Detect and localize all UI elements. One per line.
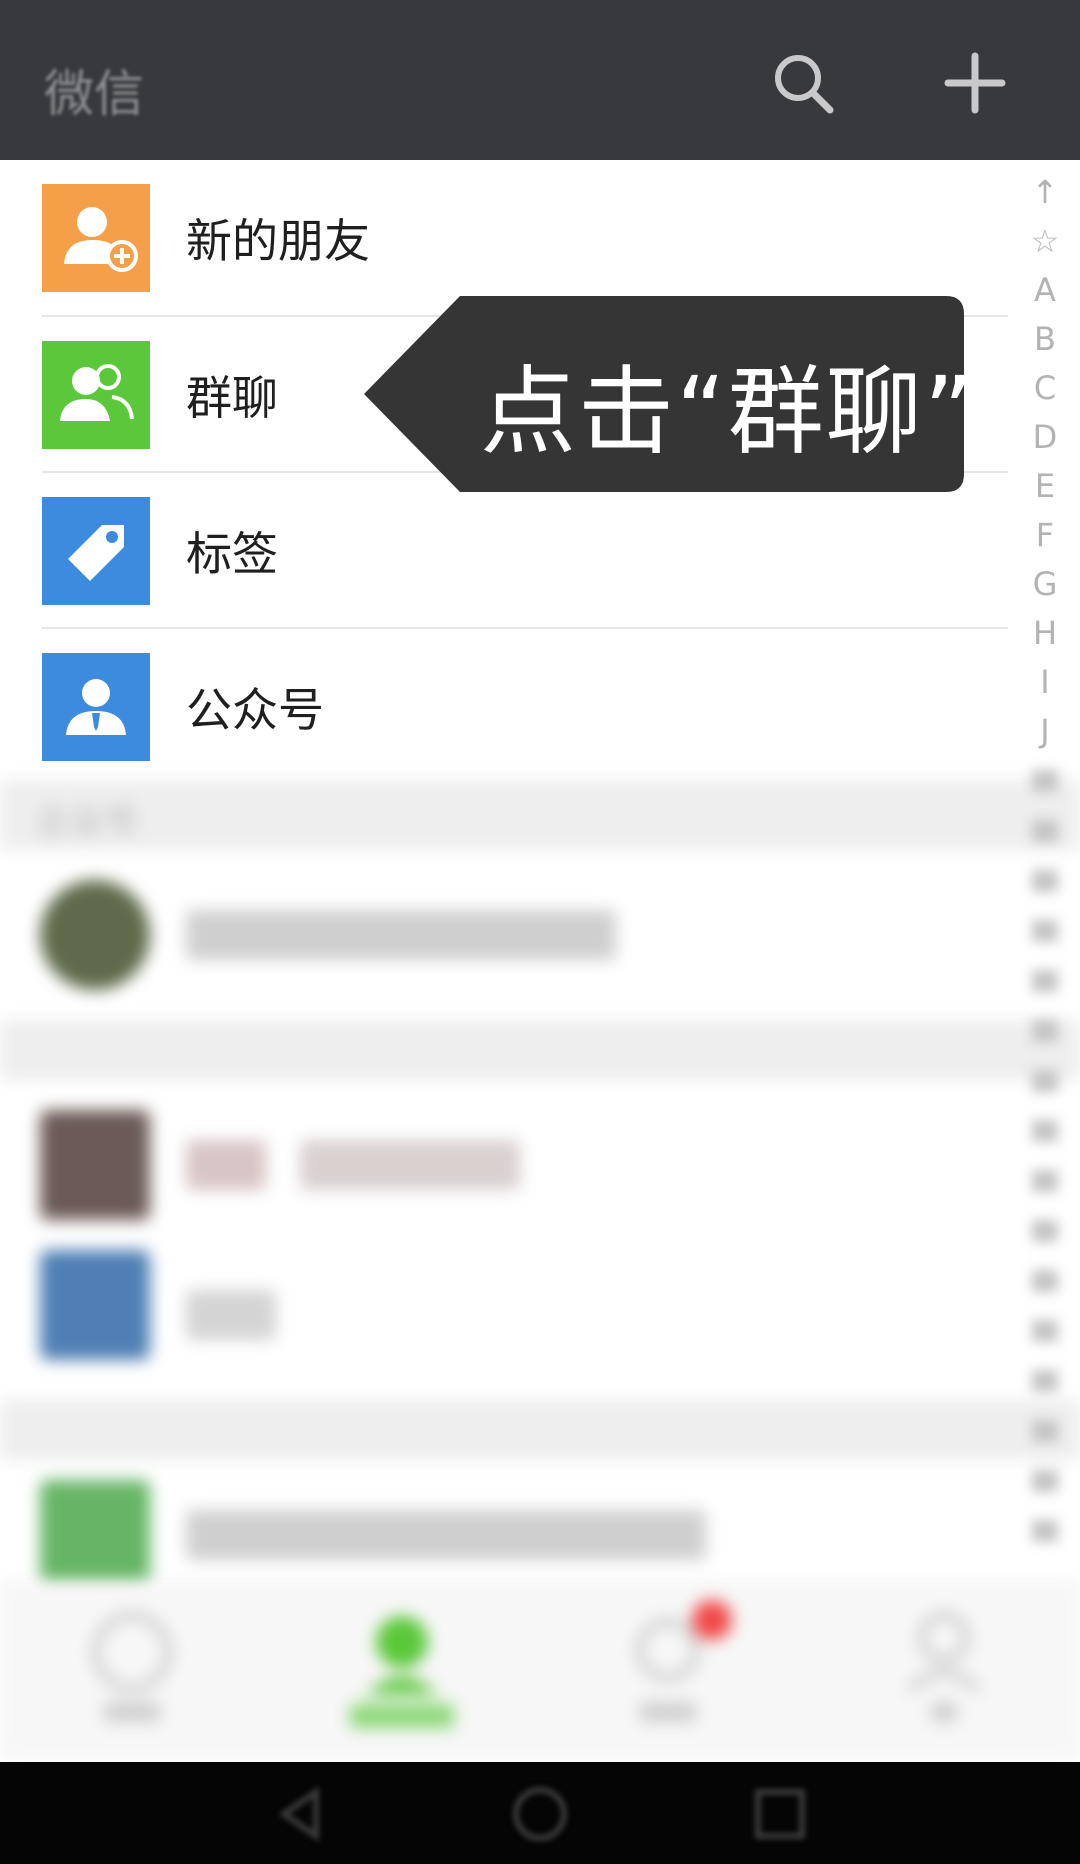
search-icon <box>775 55 834 114</box>
back-icon <box>278 1786 319 1842</box>
contact-name <box>186 910 616 960</box>
plus-icon <box>944 52 1006 114</box>
tags-item[interactable]: 标签 <box>0 473 1080 629</box>
index-letter[interactable]: ↑ <box>1020 168 1070 217</box>
alphabet-index-blurred <box>1020 760 1070 1590</box>
new-friend-icon <box>42 184 150 292</box>
section-header <box>0 1020 1080 1080</box>
tags-label: 标签 <box>186 527 278 581</box>
contact-avatar[interactable] <box>40 1110 150 1220</box>
alphabet-index[interactable]: ↑ ☆ A B C D E F G H I J <box>1020 168 1070 756</box>
contacts-tab-icon <box>376 1616 428 1668</box>
contact-avatar[interactable] <box>40 1250 150 1360</box>
top-app-bar: 微信 <box>0 0 1080 160</box>
index-letter[interactable]: G <box>1020 560 1070 609</box>
recents-icon <box>755 1789 805 1839</box>
system-navigation-bar <box>0 1762 1080 1864</box>
official-accounts-item[interactable]: 公众号 <box>0 629 1080 785</box>
contact-avatar[interactable] <box>40 880 150 990</box>
index-letter[interactable]: H <box>1020 609 1070 658</box>
bottom-tab-bar <box>0 1580 1080 1760</box>
discover-tab-icon <box>637 1619 699 1681</box>
chats-tab-icon <box>93 1613 171 1691</box>
new-friends-item[interactable]: 新的朋友 <box>0 160 1080 316</box>
contact-name <box>186 1140 266 1190</box>
back-button[interactable] <box>270 1782 334 1846</box>
tap-hint-tooltip: 点击“群聊” <box>360 296 973 492</box>
official-accounts-label: 公众号 <box>186 683 324 737</box>
index-letter[interactable]: I <box>1020 658 1070 707</box>
index-letter[interactable]: ☆ <box>1020 217 1070 266</box>
home-icon <box>513 1787 567 1841</box>
index-letter[interactable]: A <box>1020 266 1070 315</box>
recents-button[interactable] <box>748 1782 812 1846</box>
contact-name <box>300 1140 520 1190</box>
official-account-icon <box>42 653 150 761</box>
index-letter[interactable]: E <box>1020 462 1070 511</box>
index-letter[interactable]: B <box>1020 315 1070 364</box>
contact-name <box>186 1510 706 1560</box>
me-tab-icon <box>919 1613 969 1663</box>
home-button[interactable] <box>508 1782 572 1846</box>
index-letter[interactable]: D <box>1020 413 1070 462</box>
tag-icon <box>42 497 150 605</box>
app-title: 微信 <box>44 65 144 123</box>
add-button[interactable] <box>940 48 1010 118</box>
enterprise-section-label: 企业号 <box>36 802 138 842</box>
section-header <box>0 780 1080 850</box>
group-chat-icon <box>42 341 150 449</box>
group-chats-label: 群聊 <box>186 371 278 425</box>
section-header <box>0 1400 1080 1460</box>
contacts-screen: 微信 新的朋友 群聊 标签 公众号 企业号 ↑ ☆ A B C D E F G … <box>0 0 1080 1864</box>
search-button[interactable] <box>768 48 838 118</box>
index-letter[interactable]: J <box>1020 707 1070 756</box>
index-letter[interactable]: F <box>1020 511 1070 560</box>
contact-avatar[interactable] <box>40 1480 150 1590</box>
contact-name <box>186 1290 276 1340</box>
index-letter[interactable]: C <box>1020 364 1070 413</box>
new-friends-label: 新的朋友 <box>186 214 370 268</box>
tooltip-text: 点击“群聊” <box>480 356 976 468</box>
